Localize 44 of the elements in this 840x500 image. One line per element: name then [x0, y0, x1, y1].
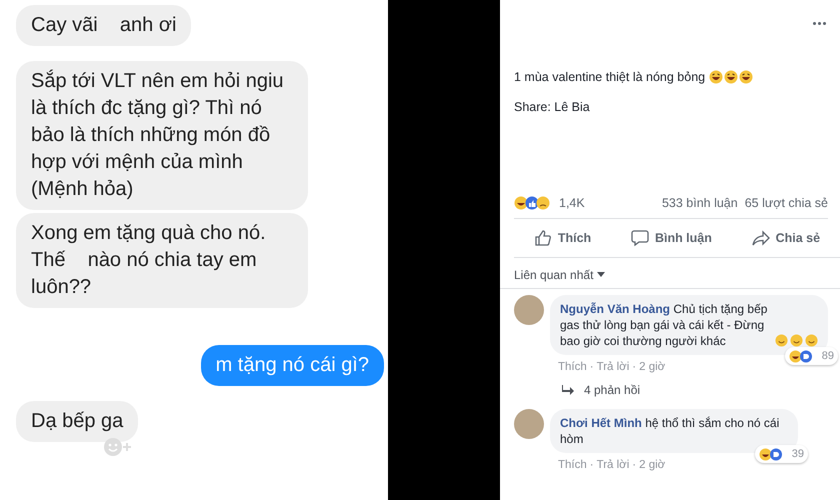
like-button[interactable]: Thích — [528, 225, 598, 251]
separator: · — [632, 459, 636, 471]
comment-count[interactable]: 533 bình luận — [662, 196, 738, 210]
comment-time: 2 giờ — [639, 459, 666, 471]
more-options-icon[interactable] — [813, 22, 826, 25]
sweat-smile-emoji-icon — [805, 334, 818, 347]
comment-like-link[interactable]: Thích — [558, 361, 587, 373]
separator: · — [632, 361, 636, 373]
message-bubble: m tặng nó cái gì? — [200, 345, 384, 386]
post-text: 1 mùa valentine thiệt là nóng bỏng — [514, 70, 706, 84]
separator: · — [590, 361, 594, 373]
share-arrow-icon — [752, 229, 770, 247]
comment-button[interactable]: Bình luận — [624, 225, 718, 251]
comment-like-link[interactable]: Thích — [558, 459, 587, 471]
share-button[interactable]: Chia sẻ — [746, 225, 826, 251]
share-count[interactable]: 65 lượt chia sẻ — [744, 196, 828, 210]
message-bubble: Dạ bếp ga — [16, 401, 138, 442]
comment-reactions-badge[interactable]: 89 — [784, 347, 838, 365]
message-bubble: Xong em tặng quà cho nó. Thế nào nó chia tay em luôn?? — [16, 213, 308, 308]
view-replies-link[interactable]: 4 phản hồi — [584, 383, 640, 397]
post-share-credit: Share: Lê Bia — [514, 100, 591, 114]
separator: · — [590, 459, 594, 471]
laughing-emoji-icon — [709, 70, 724, 84]
comment-reply-link[interactable]: Trả lời — [596, 459, 630, 471]
comment-reply-link[interactable]: Trả lời — [596, 361, 630, 373]
reaction-count[interactable]: 1,4K — [559, 196, 585, 210]
speech-bubble-icon — [630, 229, 649, 247]
comment-text: Chơi Hết Mình hệ thổ thì sắm cho nó cái hòm — [560, 415, 780, 447]
message-bubble: Sắp tới VLT nên em hỏi ngiu là thích đc tặng gì? Thì nó bảo là thích những món đồ hợp với mệnh của mình (Mệnh hỏa) — [16, 61, 308, 210]
sort-dropdown[interactable]: Liên quan nhất — [514, 258, 606, 288]
laughing-emoji-icon — [724, 70, 738, 84]
sweat-smile-emoji-icon — [775, 334, 788, 347]
sweat-smile-emoji-icon — [790, 334, 803, 347]
message-bubble: Cay vãi anh ơi — [16, 5, 192, 46]
laughing-emoji-icon — [739, 70, 754, 84]
caret-icon — [597, 272, 606, 278]
comment-text: Nguyễn Văn Hoàng Chủ tịch tặng bếp gas thử lòng bạn gái và cái kết - Đừng bao giờ coi thường người khác — [560, 301, 768, 349]
comment-time: 2 giờ — [639, 361, 666, 373]
comment-reactions-badge[interactable]: 39 — [754, 445, 808, 463]
thumbs-up-icon — [534, 229, 552, 247]
avatar[interactable] — [514, 409, 544, 439]
reactions-icon — [514, 196, 552, 210]
reply-arrow-icon — [562, 385, 574, 395]
avatar[interactable] — [514, 295, 544, 325]
